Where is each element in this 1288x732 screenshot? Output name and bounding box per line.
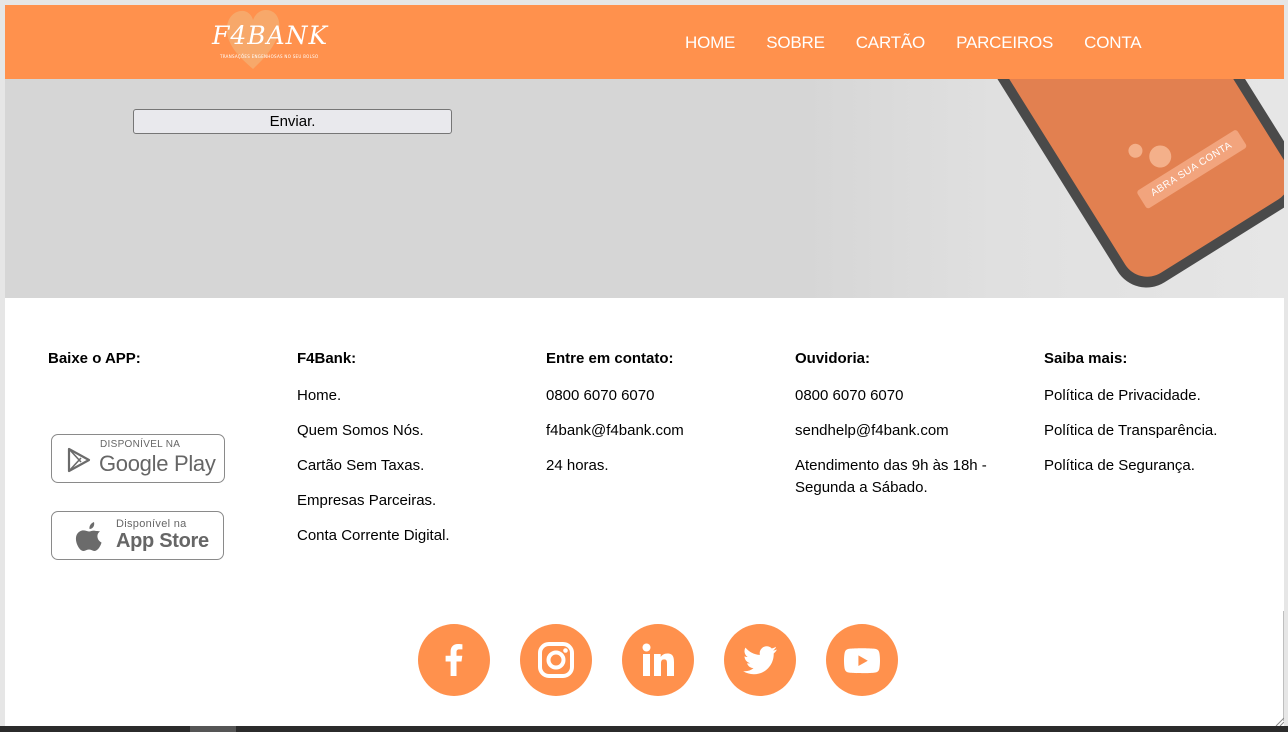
contact-hours: 24 horas. (546, 457, 609, 474)
linkedin-button[interactable] (622, 624, 694, 696)
instagram-icon (538, 642, 574, 678)
facebook-icon (445, 644, 463, 676)
taskbar-strip (0, 726, 1288, 732)
footer-link-seguranca[interactable]: Política de Segurança. (1044, 455, 1274, 477)
send-button[interactable]: Enviar. (133, 109, 452, 134)
coin-graphic (1145, 141, 1176, 172)
site-header: F4BANK TRANSAÇÕES ENGENHOSAS NO SEU BOLS… (5, 5, 1284, 79)
footer-link-parceiras[interactable]: Empresas Parceiras. (297, 490, 527, 512)
footer-link-home[interactable]: Home. (297, 385, 527, 407)
footer-col-saiba: Saiba mais: Política de Privacidade. Pol… (1044, 350, 1274, 490)
footer-link-cartao[interactable]: Cartão Sem Taxas. (297, 455, 527, 477)
hero-section: ABRA SUA CONTA Enviar. (5, 79, 1284, 298)
logo-text: F4BANK (212, 21, 329, 50)
instagram-button[interactable] (520, 624, 592, 696)
footer-heading-f4bank: F4Bank: (297, 350, 357, 367)
social-links (418, 624, 928, 696)
facebook-button[interactable] (418, 624, 490, 696)
ouvidoria-phone: 0800 6070 6070 (795, 387, 904, 404)
footer-col-app: Baixe o APP: (48, 350, 248, 385)
logo[interactable]: F4BANK TRANSAÇÕES ENGENHOSAS NO SEU BOLS… (208, 5, 327, 79)
google-play-big-text: Google Play (99, 451, 216, 476)
site-footer: Baixe o APP: DISPONÍVEL NA Google Play D… (5, 298, 1284, 726)
app-store-big-text: App Store (116, 530, 209, 552)
google-play-small-text: DISPONÍVEL NA (100, 439, 181, 450)
browser-viewport: F4BANK TRANSAÇÕES ENGENHOSAS NO SEU BOLS… (0, 0, 1288, 732)
footer-heading-saiba: Saiba mais: (1044, 350, 1128, 367)
google-play-icon (67, 447, 91, 473)
twitter-icon (743, 646, 777, 675)
coin-graphic (1125, 141, 1146, 161)
contact-phone: 0800 6070 6070 (546, 387, 655, 404)
footer-heading-ouvidoria: Ouvidoria: (795, 350, 871, 367)
youtube-button[interactable] (826, 624, 898, 696)
nav-parceiros[interactable]: PARCEIROS (956, 33, 1053, 53)
page: F4BANK TRANSAÇÕES ENGENHOSAS NO SEU BOLS… (5, 5, 1284, 726)
nav-cartao[interactable]: CARTÃO (856, 33, 926, 53)
scrollbar[interactable] (1283, 611, 1284, 721)
footer-link-conta[interactable]: Conta Corrente Digital. (297, 525, 527, 547)
taskbar-tab[interactable] (190, 726, 236, 732)
contact-email: f4bank@f4bank.com (546, 422, 684, 439)
footer-col-ouvidoria: Ouvidoria: 0800 6070 6070 sendhelp@f4ban… (795, 350, 1025, 512)
logo-tagline: TRANSAÇÕES ENGENHOSAS NO SEU BOLSO (220, 54, 319, 59)
footer-heading-app: Baixe o APP: (48, 350, 141, 367)
phone-cta: ABRA SUA CONTA (1136, 129, 1247, 210)
ouvidoria-hours: Atendimento das 9h às 18h - Segunda a Sá… (795, 457, 987, 496)
nav-home[interactable]: HOME (685, 33, 735, 53)
google-play-badge[interactable]: DISPONÍVEL NA Google Play (51, 434, 225, 483)
footer-link-quem-somos[interactable]: Quem Somos Nós. (297, 420, 527, 442)
app-store-badge[interactable]: Disponível na App Store (51, 511, 224, 560)
linkedin-icon (642, 643, 674, 676)
ouvidoria-email: sendhelp@f4bank.com (795, 422, 949, 439)
footer-col-f4bank: F4Bank: Home. Quem Somos Nós. Cartão Sem… (297, 350, 527, 560)
footer-link-privacidade[interactable]: Política de Privacidade. (1044, 385, 1274, 407)
footer-heading-contato: Entre em contato: (546, 350, 674, 367)
resize-handle-icon[interactable] (1273, 715, 1284, 726)
app-store-small-text: Disponível na (116, 518, 187, 530)
apple-icon (75, 522, 102, 551)
footer-col-contato: Entre em contato: 0800 6070 6070 f4bank@… (546, 350, 776, 490)
youtube-icon (844, 648, 880, 674)
footer-link-transparencia[interactable]: Política de Transparência. (1044, 420, 1274, 442)
nav-sobre[interactable]: SOBRE (766, 33, 825, 53)
twitter-button[interactable] (724, 624, 796, 696)
main-nav: HOME SOBRE CARTÃO PARCEIROS CONTA (685, 33, 1172, 53)
nav-conta[interactable]: CONTA (1084, 33, 1141, 53)
